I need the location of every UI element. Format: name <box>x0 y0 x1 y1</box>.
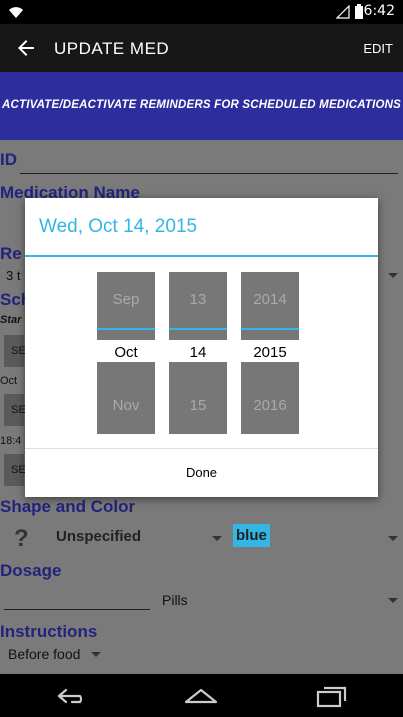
dialog-title: Wed, Oct 14, 2015 <box>39 216 198 237</box>
dialog-title-divider <box>25 255 378 257</box>
month-prev[interactable]: Sep <box>97 272 155 344</box>
set-button-1-label: SE <box>11 345 26 357</box>
back-arrow-icon[interactable] <box>14 36 38 60</box>
nav-recents-icon[interactable] <box>316 684 348 708</box>
reminder-value[interactable]: 3 t <box>6 268 20 283</box>
wifi-icon <box>9 7 23 18</box>
dosage-label: Dosage <box>0 561 62 580</box>
year-next[interactable]: 2016 <box>241 362 299 434</box>
year-prev[interactable]: 2014 <box>241 272 299 344</box>
dosage-field[interactable] <box>4 609 150 610</box>
status-bar: 6:42 <box>0 0 403 24</box>
banner: ACTIVATE/DEACTIVATE REMINDERS FOR SCHEDU… <box>0 72 403 140</box>
set-button-2[interactable]: SE <box>4 394 26 426</box>
day-next[interactable]: 15 <box>169 362 227 434</box>
navigation-bar <box>0 674 403 717</box>
shape-color-label: Shape and Color <box>0 497 136 516</box>
month-divider-top <box>97 328 155 330</box>
day-prev[interactable]: 13 <box>169 272 227 344</box>
nav-home-icon[interactable] <box>184 686 218 706</box>
start-label: Star <box>0 314 22 326</box>
set-button-3[interactable]: SE <box>4 454 26 486</box>
instructions-label: Instructions <box>0 622 98 641</box>
start-time-value: 18:4 <box>0 435 22 447</box>
month-picker[interactable]: Sep Oct Nov <box>97 272 155 434</box>
set-button-2-label: SE <box>11 404 26 416</box>
done-button[interactable]: Done <box>25 449 378 497</box>
dosage-unit-value[interactable]: Pills <box>162 592 188 608</box>
banner-text: ACTIVATE/DEACTIVATE REMINDERS FOR SCHEDU… <box>1 99 402 111</box>
dosage-unit-dropdown-icon[interactable] <box>388 598 398 603</box>
id-label: ID <box>0 150 17 169</box>
status-time: 6:42 <box>363 3 395 19</box>
page-title: UPDATE MED <box>54 39 170 58</box>
action-bar: UPDATE MED EDIT <box>0 24 403 72</box>
id-field[interactable] <box>20 173 398 174</box>
color-dropdown-value[interactable]: blue <box>233 524 270 547</box>
instructions-value[interactable]: Before food <box>8 646 80 662</box>
signal-icon <box>336 5 350 19</box>
day-picker[interactable]: 13 14 15 <box>169 272 227 434</box>
reminder-label: Re <box>0 244 22 263</box>
day-divider-top <box>169 328 227 330</box>
set-button-3-label: SE <box>11 464 26 476</box>
month-next[interactable]: Nov <box>97 362 155 434</box>
set-button-1[interactable]: SE <box>4 335 26 367</box>
start-date-value: Oct <box>0 375 18 387</box>
nav-back-icon[interactable] <box>56 686 88 706</box>
year-picker[interactable]: 2014 2015 2016 <box>241 272 299 434</box>
shape-unknown-icon: ? <box>14 525 29 552</box>
battery-icon <box>355 4 363 19</box>
edit-button[interactable]: EDIT <box>363 41 393 56</box>
shape-dropdown-icon[interactable] <box>212 536 222 541</box>
year-divider-top <box>241 328 299 330</box>
color-dropdown-icon[interactable] <box>388 536 398 541</box>
shape-dropdown-value[interactable]: Unspecified <box>56 528 141 545</box>
instructions-dropdown-icon[interactable] <box>91 652 101 657</box>
date-picker-dialog: Wed, Oct 14, 2015 Sep Oct Nov 13 14 15 2… <box>25 198 378 497</box>
reminder-dropdown-icon[interactable] <box>388 273 398 278</box>
